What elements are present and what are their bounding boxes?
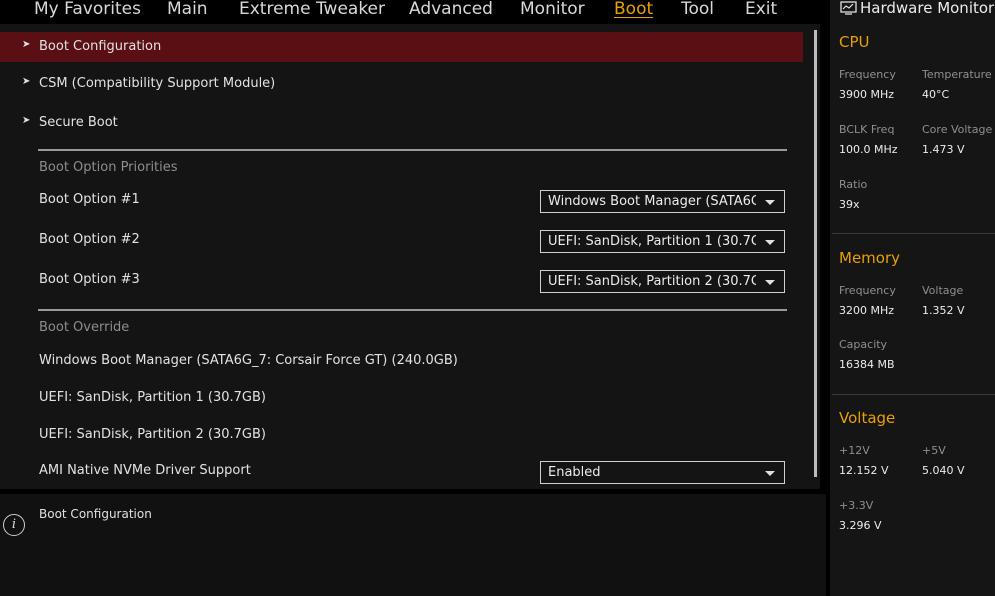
select-value: UEFI: SanDisk, Partition 1 (30.7GB) <box>548 234 756 249</box>
tab-boot[interactable]: Boot <box>614 0 653 22</box>
tab-my-favorites[interactable]: My Favorites <box>34 0 141 22</box>
chevron-down-icon <box>765 240 775 245</box>
chevron-right-icon: ➤ <box>22 76 31 87</box>
hardware-monitor-title: Hardware Monitor <box>860 0 995 17</box>
boot-override-label: UEFI: SanDisk, Partition 1 (30.7GB) <box>39 390 266 405</box>
voltage-section-title: Voltage <box>839 409 896 427</box>
tab-exit[interactable]: Exit <box>745 0 777 22</box>
boot-override-item[interactable]: UEFI: SanDisk, Partition 2 (30.7GB) <box>0 420 803 450</box>
tab-main[interactable]: Main <box>167 0 208 22</box>
boot-option-3-select[interactable]: UEFI: SanDisk, Partition 2 (30.7GB) <box>540 270 785 293</box>
menu-item-csm[interactable]: ➤ CSM (Compatibility Support Module) <box>0 69 803 99</box>
memory-frequency-label: Frequency <box>839 284 896 297</box>
menu-item-label: CSM (Compatibility Support Module) <box>39 76 276 91</box>
memory-voltage-value: 1.352 V <box>922 304 965 317</box>
chevron-down-icon <box>765 471 775 476</box>
v33-label: +3.3V <box>839 499 874 512</box>
memory-capacity-value: 16384 MB <box>839 358 895 371</box>
boot-override-label: UEFI: SanDisk, Partition 2 (30.7GB) <box>39 427 266 442</box>
bclk-label: BCLK Freq <box>839 123 895 136</box>
chevron-right-icon: ➤ <box>22 115 31 126</box>
section-divider <box>38 309 787 311</box>
v5-value: 5.040 V <box>922 464 965 477</box>
cpu-section-title: CPU <box>839 33 870 51</box>
ratio-value: 39x <box>839 198 860 211</box>
select-value: UEFI: SanDisk, Partition 2 (30.7GB) <box>548 274 756 289</box>
chevron-right-icon: ➤ <box>22 39 31 50</box>
scrollbar-thumb[interactable] <box>814 30 817 477</box>
tab-tool[interactable]: Tool <box>681 0 714 22</box>
select-value: Enabled <box>548 465 601 480</box>
section-heading-boot-option-priorities: Boot Option Priorities <box>39 160 178 175</box>
v5-label: +5V <box>922 444 946 457</box>
chevron-down-icon <box>765 280 775 285</box>
boot-option-2-label: Boot Option #2 <box>39 232 140 247</box>
hardware-monitor-divider <box>832 394 995 395</box>
section-heading-boot-override: Boot Override <box>39 320 130 335</box>
nvme-driver-label: AMI Native NVMe Driver Support <box>39 463 251 478</box>
menu-item-boot-configuration[interactable]: ➤ Boot Configuration <box>0 32 803 62</box>
boot-option-2-select[interactable]: UEFI: SanDisk, Partition 1 (30.7GB) <box>540 230 785 253</box>
hardware-monitor-divider <box>832 233 995 234</box>
bclk-value: 100.0 MHz <box>839 143 898 156</box>
cpu-temperature-label: Temperature <box>922 68 992 81</box>
info-icon: i <box>3 514 25 536</box>
boot-override-item[interactable]: UEFI: SanDisk, Partition 1 (30.7GB) <box>0 383 803 413</box>
tab-monitor[interactable]: Monitor <box>520 0 585 22</box>
cpu-frequency-value: 3900 MHz <box>839 88 895 101</box>
ratio-label: Ratio <box>839 178 868 191</box>
memory-capacity-label: Capacity <box>839 338 888 351</box>
top-navigation: My Favorites Main Extreme Tweaker Advanc… <box>0 0 826 24</box>
core-voltage-value: 1.473 V <box>922 143 965 156</box>
menu-item-label: Secure Boot <box>39 115 118 130</box>
section-divider <box>38 149 787 151</box>
nvme-driver-select[interactable]: Enabled <box>540 461 785 484</box>
select-value: Windows Boot Manager (SATA6G_7: Corsair … <box>548 194 756 209</box>
memory-section-title: Memory <box>839 249 901 267</box>
monitor-icon <box>840 1 857 15</box>
tab-extreme-tweaker[interactable]: Extreme Tweaker <box>239 0 385 22</box>
boot-option-1-select[interactable]: Windows Boot Manager (SATA6G_7: Corsair … <box>540 190 785 213</box>
menu-item-secure-boot[interactable]: ➤ Secure Boot <box>0 108 803 138</box>
help-text: Boot Configuration <box>39 507 152 521</box>
boot-option-3-label: Boot Option #3 <box>39 272 140 287</box>
cpu-frequency-label: Frequency <box>839 68 896 81</box>
memory-voltage-label: Voltage <box>922 284 964 297</box>
chevron-down-icon <box>765 200 775 205</box>
memory-frequency-value: 3200 MHz <box>839 304 895 317</box>
v12-label: +12V <box>839 444 870 457</box>
boot-option-1-label: Boot Option #1 <box>39 192 140 207</box>
boot-override-label: Windows Boot Manager (SATA6G_7: Corsair … <box>39 353 458 368</box>
core-voltage-label: Core Voltage <box>922 123 993 136</box>
v33-value: 3.296 V <box>839 519 882 532</box>
menu-item-label: Boot Configuration <box>39 39 162 54</box>
cpu-temperature-value: 40°C <box>922 88 950 101</box>
v12-value: 12.152 V <box>839 464 889 477</box>
tab-advanced[interactable]: Advanced <box>409 0 493 22</box>
boot-override-item[interactable]: Windows Boot Manager (SATA6G_7: Corsair … <box>0 346 803 376</box>
